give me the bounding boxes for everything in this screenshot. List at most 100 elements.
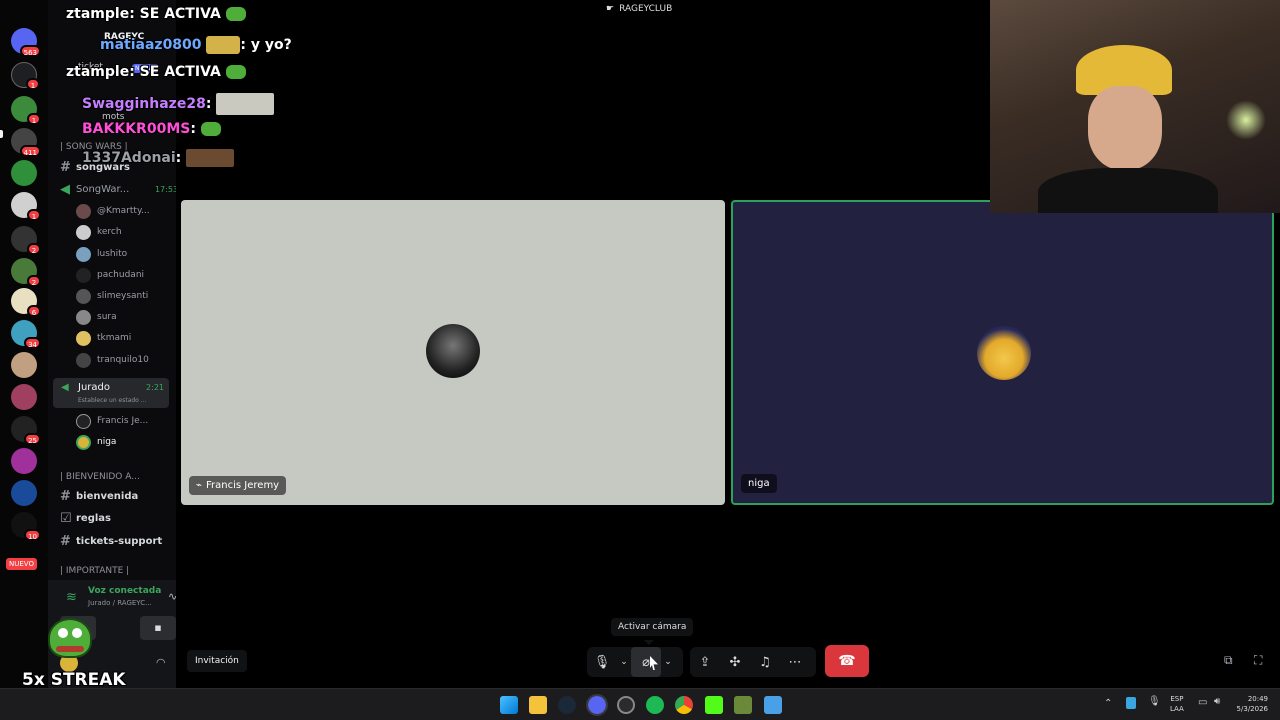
server-icon[interactable]: 1 xyxy=(11,62,40,90)
avatar xyxy=(76,246,91,262)
notepad-icon[interactable] xyxy=(764,696,782,714)
server-icon[interactable]: 6 xyxy=(11,288,41,317)
language-indicator[interactable]: ESP LAA xyxy=(1170,694,1184,714)
chevron-down-icon[interactable]: ⌄ xyxy=(661,647,675,677)
server-icon[interactable] xyxy=(11,160,37,186)
obs-icon[interactable] xyxy=(617,696,635,714)
headphones-icon[interactable]: ◠ xyxy=(156,656,166,669)
soundboard-icon[interactable]: ♫ xyxy=(750,647,780,677)
file-explorer-icon[interactable] xyxy=(529,696,547,714)
server-icon[interactable] xyxy=(11,480,37,506)
voice-member[interactable]: pachudani xyxy=(76,265,176,285)
spotify-icon[interactable] xyxy=(646,696,664,714)
voice-member[interactable]: lushito xyxy=(76,244,176,264)
voice-channel-jurado[interactable]: ◀ Jurado 2:21 Establece un estado ... xyxy=(53,378,169,408)
server-icon[interactable]: 25 xyxy=(11,416,41,445)
new-badge: NUEVO xyxy=(6,558,37,570)
voice-timer: 2:21 xyxy=(146,383,164,392)
hand-icon: ☛ xyxy=(606,4,615,14)
unread-badge: 10 xyxy=(24,529,41,541)
voice-status[interactable]: Establece un estado ... xyxy=(78,397,146,404)
participant-avatar xyxy=(977,326,1031,380)
server-icon[interactable] xyxy=(11,352,37,378)
server-icon[interactable]: 2 xyxy=(11,226,41,255)
chat-message: ztample: SE ACTIVA xyxy=(66,6,246,22)
network-icon[interactable]: ▭ xyxy=(1198,697,1207,708)
chat-text: : SE ACTIVA xyxy=(129,6,221,22)
voice-member[interactable]: kerch xyxy=(76,222,176,242)
screen-share-icon[interactable]: ⇪ xyxy=(690,647,720,677)
channel-tickets-support[interactable]: # tickets-support xyxy=(60,531,170,551)
voice-member[interactable]: sura xyxy=(76,307,176,327)
minion-emote-icon xyxy=(206,36,241,54)
chat-text: : xyxy=(190,121,196,137)
more-options-icon[interactable]: ⋯ xyxy=(780,647,810,677)
unread-badge: 2 xyxy=(27,243,41,255)
category-bienvenida[interactable]: | BIENVENIDO A... xyxy=(60,472,140,482)
server-icon[interactable]: 2 xyxy=(11,258,41,287)
pop-out-icon[interactable]: ⧉ xyxy=(1224,653,1233,668)
chat-username: ztample xyxy=(66,64,130,80)
discord-home-icon[interactable]: 563 xyxy=(11,28,41,57)
channel-reglas[interactable]: ☑ reglas xyxy=(60,508,170,528)
chat-text: : y yo? xyxy=(240,37,292,53)
video-tile-niga[interactable]: niga xyxy=(731,200,1274,505)
avatar xyxy=(76,413,91,429)
windows-start-icon[interactable] xyxy=(500,696,518,714)
windows-taskbar: ⌃ 🎙︎ ESP LAA ▭ 🔊︎ 20:49 5/3/2026 xyxy=(0,688,1280,720)
voice-member[interactable]: @Kmartty... xyxy=(76,201,176,221)
microphone-icon[interactable]: 🎙︎ xyxy=(587,647,617,677)
channel-bienvenida[interactable]: # bienvenida xyxy=(60,486,170,506)
streak-label: 5x STREAK xyxy=(22,670,126,690)
video-tile-francis[interactable]: ⌁ Francis Jeremy xyxy=(181,200,725,505)
voice-member[interactable]: slimeysanti xyxy=(76,286,176,306)
voice-member[interactable]: tkmami xyxy=(76,328,176,348)
server-icon[interactable]: 34 xyxy=(11,320,41,349)
speaker-icon: ◀ xyxy=(60,181,70,197)
mic-tray-icon[interactable]: 🎙︎ xyxy=(1148,696,1161,707)
voice-channel-songwars[interactable]: ◀ SongWar... 17:53 xyxy=(60,179,176,199)
unread-badge: 2 xyxy=(27,275,41,287)
server-icon[interactable]: 1 xyxy=(11,96,41,125)
chat-username: BAKKKR00MS xyxy=(82,121,191,137)
category-importante[interactable]: | IMPORTANTE | xyxy=(60,566,129,576)
security-icon[interactable] xyxy=(1126,697,1136,709)
avatar xyxy=(76,352,91,368)
black-shirt xyxy=(1038,168,1218,213)
chrome-icon[interactable] xyxy=(675,696,693,714)
background-light xyxy=(1226,100,1266,140)
voice-sub-text: Jurado / RAGEYC... xyxy=(88,599,152,607)
camera-off-icon[interactable]: ⌀ xyxy=(631,647,661,677)
server-icon[interactable] xyxy=(11,448,37,474)
server-icon[interactable] xyxy=(11,384,37,410)
server-icon[interactable]: 1 xyxy=(11,192,41,221)
kick-icon[interactable] xyxy=(705,696,723,714)
voice-member[interactable]: Francis Je... xyxy=(76,411,176,431)
discord-icon[interactable] xyxy=(586,694,608,716)
steam-icon[interactable] xyxy=(558,696,576,714)
mic-camera-group: 🎙︎ ⌄ ⌀ ⌄ xyxy=(587,647,683,677)
chevron-up-icon[interactable]: ⌃ xyxy=(1104,698,1112,709)
voice-status-text[interactable]: Voz conectada xyxy=(88,586,161,596)
server-icon[interactable]: 411 xyxy=(11,128,41,157)
hang-up-button[interactable]: ☎ xyxy=(825,645,869,677)
hash-icon: # xyxy=(60,159,71,175)
activities-icon[interactable]: ✣ xyxy=(720,647,750,677)
fullscreen-icon[interactable]: ⛶ xyxy=(1254,653,1262,668)
clock[interactable]: 20:49 5/3/2026 xyxy=(1232,694,1268,714)
chat-text: : xyxy=(175,150,182,166)
volume-icon[interactable]: 🔊︎ xyxy=(1214,696,1220,707)
server-icon[interactable]: 10 xyxy=(11,512,41,541)
activities-button[interactable]: ▪ xyxy=(140,616,176,640)
voice-member[interactable]: niga xyxy=(76,432,176,452)
unread-badge: 1 xyxy=(27,209,41,221)
chevron-down-icon[interactable]: ⌄ xyxy=(617,647,631,677)
avatar xyxy=(76,330,91,346)
invite-button[interactable]: Invitación xyxy=(187,650,247,672)
voice-member[interactable]: tranquilo10 xyxy=(76,350,176,370)
noise-suppression-icon[interactable]: ∿ xyxy=(168,590,176,603)
chat-username: Swagginhaze28 xyxy=(82,96,206,112)
minecraft-icon[interactable] xyxy=(734,696,752,714)
chat-message: Swagginhaze28: xyxy=(82,93,275,115)
camera-tooltip: Activar cámara xyxy=(611,618,694,636)
